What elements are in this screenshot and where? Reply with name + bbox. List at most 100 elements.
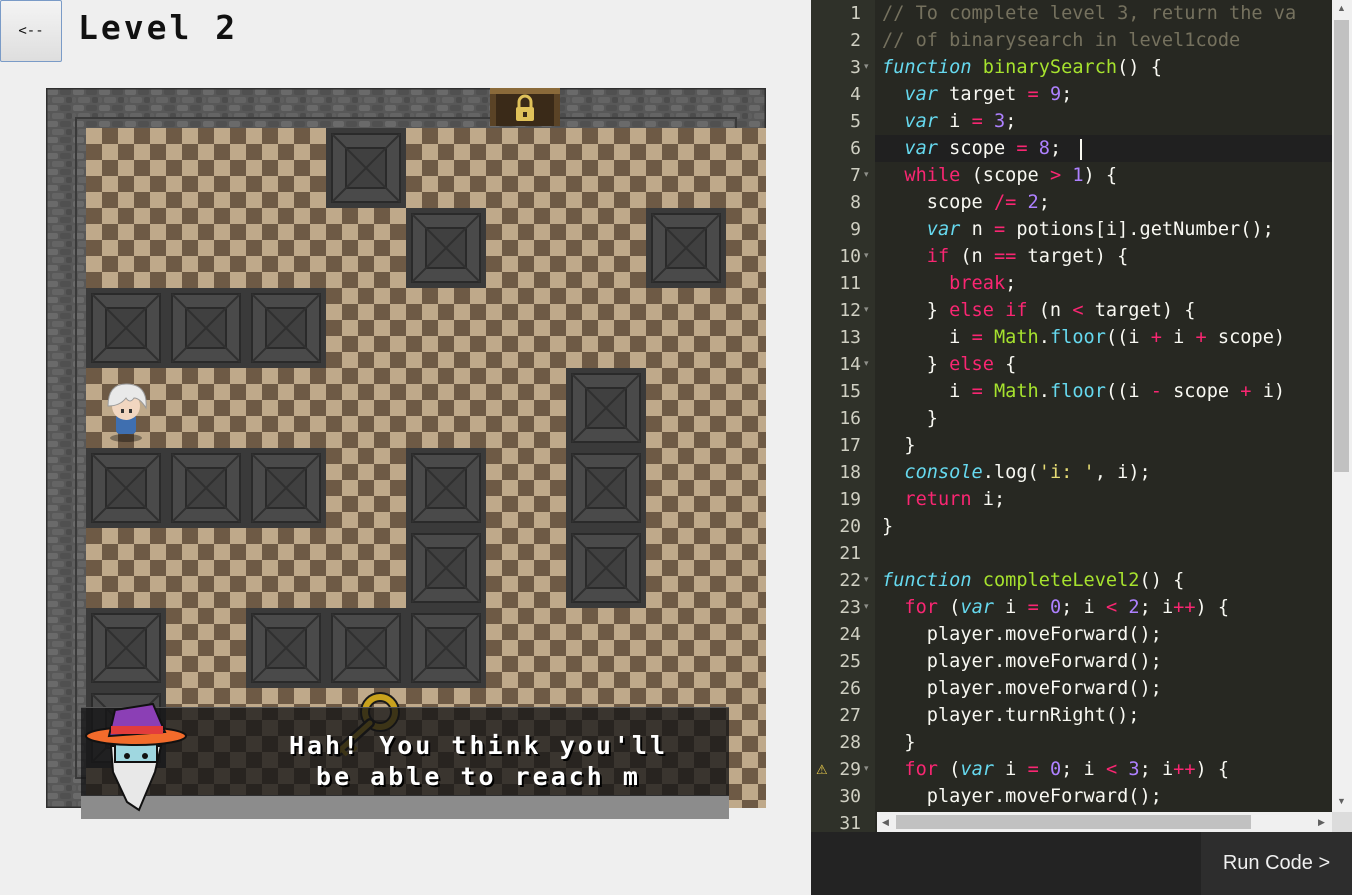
stone-block	[246, 608, 326, 688]
back-button[interactable]: <--	[0, 0, 62, 62]
fold-toggle-icon[interactable]: ▾	[864, 243, 874, 270]
line-number: 26	[839, 678, 861, 699]
stone-block	[326, 128, 406, 208]
stone-block	[166, 448, 246, 528]
code-line[interactable]: // To complete level 3, return the va	[882, 0, 1296, 27]
stone-block	[86, 288, 166, 368]
code-line[interactable]: while (scope > 1) {	[882, 162, 1117, 189]
code-line[interactable]: i = Math.floor((i + i + scope)	[882, 324, 1285, 351]
locked-door-icon[interactable]	[490, 88, 560, 126]
line-number: 20	[839, 516, 861, 537]
fold-toggle-icon[interactable]: ▾	[864, 54, 874, 81]
line-number: 17	[839, 435, 861, 456]
code-line[interactable]: }	[882, 405, 938, 432]
code-line[interactable]: } else if (n < target) {	[882, 297, 1196, 324]
code-line[interactable]: player.turnRight();	[882, 702, 1140, 729]
text-cursor	[1080, 139, 1082, 160]
stone-block	[166, 288, 246, 368]
code-line[interactable]: var i = 3;	[882, 108, 1016, 135]
line-number: 3	[850, 57, 861, 78]
scrollbar-corner	[1332, 812, 1352, 832]
code-line[interactable]: function completeLevel2() {	[882, 567, 1184, 594]
fold-toggle-icon[interactable]: ▾	[864, 756, 874, 783]
code-line[interactable]: }	[882, 513, 893, 540]
code-line[interactable]: for (var i = 0; i < 2; i++) {	[882, 594, 1229, 621]
run-code-button[interactable]: Run Code >	[1201, 832, 1352, 895]
line-number: 31	[839, 813, 861, 832]
stone-block	[566, 368, 646, 448]
line-number: 1	[850, 3, 861, 24]
line-number: 21	[839, 543, 861, 564]
line-number: 22	[839, 570, 861, 591]
line-number: 24	[839, 624, 861, 645]
level-title: Level 2	[78, 8, 239, 47]
line-number: 19	[839, 489, 861, 510]
code-line[interactable]: var scope = 8;	[882, 135, 1061, 162]
scroll-left-icon[interactable]: ◀	[882, 816, 889, 828]
stone-block	[406, 608, 486, 688]
stone-block	[646, 208, 726, 288]
scroll-right-icon[interactable]: ▶	[1318, 816, 1325, 828]
dialog-box: Hah! You think you'll be able to reach m	[81, 702, 729, 812]
code-line[interactable]: console.log('i: ', i);	[882, 459, 1150, 486]
stone-block	[246, 288, 326, 368]
line-number: 11	[839, 273, 861, 294]
line-number: 8	[850, 192, 861, 213]
code-editor[interactable]: 1 2 3 ▾ 4 5 6 7 ▾ 8 9 10 ▾ 11 12 ▾ 13 14 ▾ 15 16 17 18 19 20 21 22…	[811, 0, 1352, 832]
fold-toggle-icon[interactable]: ▾	[864, 594, 874, 621]
line-number: 12	[839, 300, 861, 321]
fold-toggle-icon[interactable]: ▾	[864, 351, 874, 378]
stone-block	[406, 208, 486, 288]
line-number: 9	[850, 219, 861, 240]
warning-triangle-icon[interactable]: ⚠	[816, 756, 830, 783]
vertical-scrollbar[interactable]: ▲ ▼	[1332, 0, 1352, 812]
fold-toggle-icon[interactable]: ▾	[864, 162, 874, 189]
line-number: 10	[839, 246, 861, 267]
code-line[interactable]: player.moveForward();	[882, 648, 1162, 675]
line-number-gutter: 1 2 3 ▾ 4 5 6 7 ▾ 8 9 10 ▾ 11 12 ▾ 13 14 ▾ 15 16 17 18 19 20 21 22…	[811, 0, 875, 832]
code-line[interactable]: for (var i = 0; i < 3; i++) {	[882, 756, 1229, 783]
line-number: 14	[839, 354, 861, 375]
scroll-down-icon[interactable]: ▼	[1337, 795, 1346, 807]
line-number: 27	[839, 705, 861, 726]
vertical-scroll-thumb[interactable]	[1334, 20, 1349, 472]
code-line[interactable]: } else {	[882, 351, 1017, 378]
code-line[interactable]: player.moveForward();	[882, 783, 1162, 810]
stone-block	[566, 528, 646, 608]
code-line[interactable]: player.moveForward();	[882, 675, 1162, 702]
code-line[interactable]: i = Math.floor((i - scope + i)	[882, 378, 1285, 405]
dungeon-map	[46, 88, 766, 808]
line-number: 30	[839, 786, 861, 807]
stone-block	[406, 528, 486, 608]
horizontal-scroll-thumb[interactable]	[896, 815, 1251, 829]
line-number: 4	[850, 84, 861, 105]
stone-block	[246, 448, 326, 528]
code-line[interactable]: var target = 9;	[882, 81, 1072, 108]
code-line[interactable]: function binarySearch() {	[882, 54, 1162, 81]
fold-toggle-icon[interactable]: ▾	[864, 567, 874, 594]
code-line[interactable]: scope /= 2;	[882, 189, 1050, 216]
line-number: 18	[839, 462, 861, 483]
code-line[interactable]: player.moveForward();	[882, 621, 1162, 648]
line-number: 5	[850, 111, 861, 132]
line-number: 15	[839, 381, 861, 402]
line-number: 6	[850, 138, 861, 159]
line-number: 25	[839, 651, 861, 672]
stone-block	[86, 448, 166, 528]
line-number: 23	[839, 597, 861, 618]
stone-block	[406, 448, 486, 528]
game-board[interactable]	[46, 88, 766, 808]
code-line[interactable]: break;	[882, 270, 1016, 297]
code-line[interactable]: return i;	[882, 486, 1005, 513]
code-line[interactable]: if (n == target) {	[882, 243, 1129, 270]
stone-block	[326, 608, 406, 688]
horizontal-scrollbar[interactable]: ◀ ▶	[877, 812, 1332, 832]
code-line[interactable]: }	[882, 432, 915, 459]
fold-toggle-icon[interactable]: ▾	[864, 297, 874, 324]
code-line[interactable]: var n = potions[i].getNumber();	[882, 216, 1274, 243]
scroll-up-icon[interactable]: ▲	[1337, 2, 1346, 14]
code-line[interactable]: }	[882, 729, 915, 756]
stone-block	[86, 608, 166, 688]
code-line[interactable]: // of binarysearch in level1code	[882, 27, 1240, 54]
line-number: 7	[850, 165, 861, 186]
